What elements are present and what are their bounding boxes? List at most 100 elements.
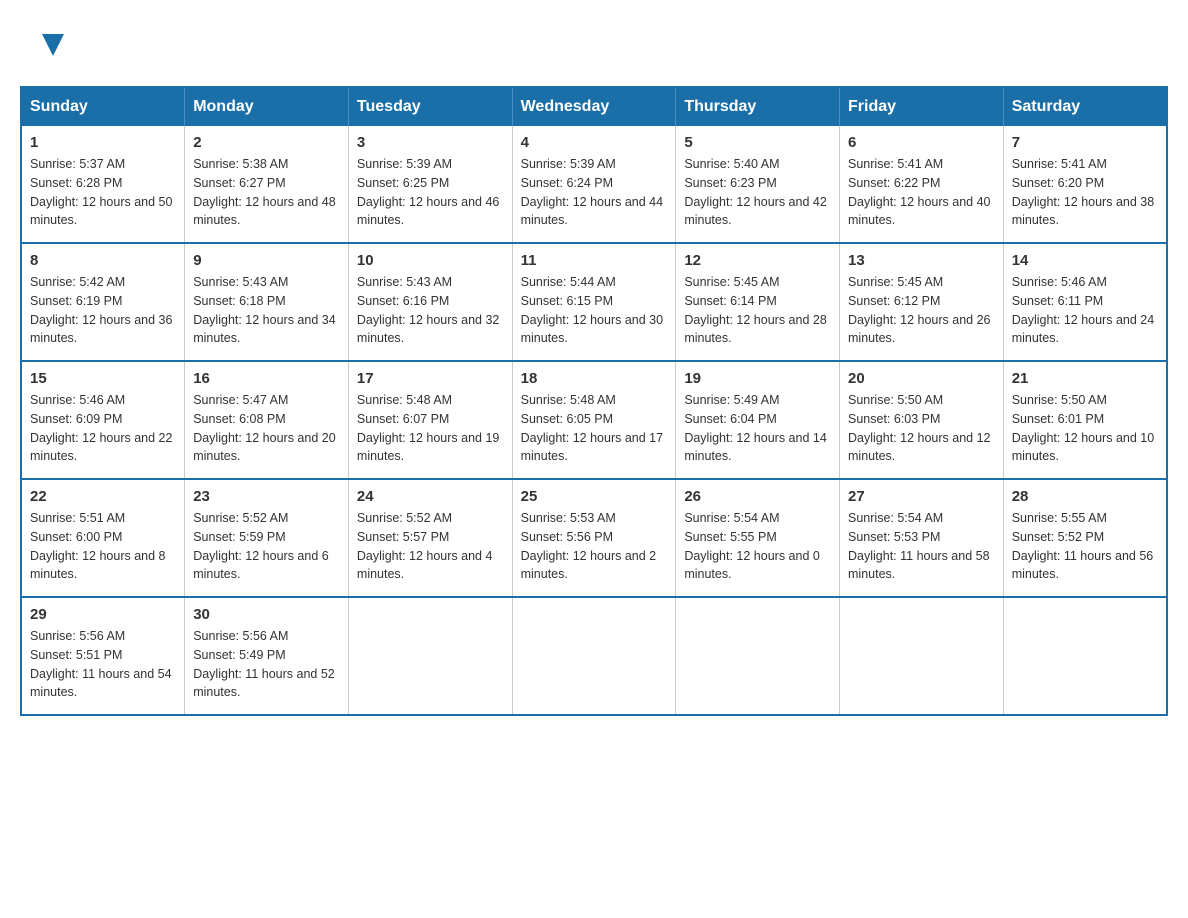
- day-number: 10: [357, 252, 504, 269]
- calendar-cell: 9 Sunrise: 5:43 AM Sunset: 6:18 PM Dayli…: [185, 243, 349, 361]
- day-number: 22: [30, 488, 176, 505]
- day-info: Sunrise: 5:52 AM Sunset: 5:59 PM Dayligh…: [193, 509, 340, 584]
- calendar-cell: 27 Sunrise: 5:54 AM Sunset: 5:53 PM Dayl…: [840, 479, 1004, 597]
- day-number: 23: [193, 488, 340, 505]
- day-number: 1: [30, 134, 176, 151]
- logo: [40, 30, 64, 56]
- day-info: Sunrise: 5:38 AM Sunset: 6:27 PM Dayligh…: [193, 155, 340, 230]
- day-info: Sunrise: 5:45 AM Sunset: 6:14 PM Dayligh…: [684, 273, 831, 348]
- day-number: 18: [521, 370, 668, 387]
- day-info: Sunrise: 5:46 AM Sunset: 6:11 PM Dayligh…: [1012, 273, 1158, 348]
- calendar-week-row: 29 Sunrise: 5:56 AM Sunset: 5:51 PM Dayl…: [21, 597, 1167, 715]
- day-info: Sunrise: 5:48 AM Sunset: 6:05 PM Dayligh…: [521, 391, 668, 466]
- day-number: 17: [357, 370, 504, 387]
- day-number: 3: [357, 134, 504, 151]
- day-number: 14: [1012, 252, 1158, 269]
- day-number: 11: [521, 252, 668, 269]
- calendar-cell: 12 Sunrise: 5:45 AM Sunset: 6:14 PM Dayl…: [676, 243, 840, 361]
- day-info: Sunrise: 5:45 AM Sunset: 6:12 PM Dayligh…: [848, 273, 995, 348]
- calendar-table: SundayMondayTuesdayWednesdayThursdayFrid…: [20, 86, 1168, 716]
- day-info: Sunrise: 5:50 AM Sunset: 6:03 PM Dayligh…: [848, 391, 995, 466]
- day-info: Sunrise: 5:50 AM Sunset: 6:01 PM Dayligh…: [1012, 391, 1158, 466]
- day-number: 26: [684, 488, 831, 505]
- calendar-cell: 20 Sunrise: 5:50 AM Sunset: 6:03 PM Dayl…: [840, 361, 1004, 479]
- day-header-wednesday: Wednesday: [512, 87, 676, 126]
- day-number: 30: [193, 606, 340, 623]
- calendar-week-row: 22 Sunrise: 5:51 AM Sunset: 6:00 PM Dayl…: [21, 479, 1167, 597]
- calendar-cell: 28 Sunrise: 5:55 AM Sunset: 5:52 PM Dayl…: [1003, 479, 1167, 597]
- calendar-week-row: 15 Sunrise: 5:46 AM Sunset: 6:09 PM Dayl…: [21, 361, 1167, 479]
- day-info: Sunrise: 5:55 AM Sunset: 5:52 PM Dayligh…: [1012, 509, 1158, 584]
- day-header-saturday: Saturday: [1003, 87, 1167, 126]
- calendar-cell: 13 Sunrise: 5:45 AM Sunset: 6:12 PM Dayl…: [840, 243, 1004, 361]
- day-info: Sunrise: 5:48 AM Sunset: 6:07 PM Dayligh…: [357, 391, 504, 466]
- calendar-week-row: 1 Sunrise: 5:37 AM Sunset: 6:28 PM Dayli…: [21, 126, 1167, 243]
- day-number: 28: [1012, 488, 1158, 505]
- day-info: Sunrise: 5:44 AM Sunset: 6:15 PM Dayligh…: [521, 273, 668, 348]
- calendar-cell: [348, 597, 512, 715]
- day-number: 29: [30, 606, 176, 623]
- day-header-monday: Monday: [185, 87, 349, 126]
- day-info: Sunrise: 5:46 AM Sunset: 6:09 PM Dayligh…: [30, 391, 176, 466]
- day-number: 24: [357, 488, 504, 505]
- day-info: Sunrise: 5:43 AM Sunset: 6:16 PM Dayligh…: [357, 273, 504, 348]
- day-info: Sunrise: 5:49 AM Sunset: 6:04 PM Dayligh…: [684, 391, 831, 466]
- day-info: Sunrise: 5:47 AM Sunset: 6:08 PM Dayligh…: [193, 391, 340, 466]
- calendar-cell: 11 Sunrise: 5:44 AM Sunset: 6:15 PM Dayl…: [512, 243, 676, 361]
- calendar-cell: 26 Sunrise: 5:54 AM Sunset: 5:55 PM Dayl…: [676, 479, 840, 597]
- day-number: 16: [193, 370, 340, 387]
- calendar-cell: 25 Sunrise: 5:53 AM Sunset: 5:56 PM Dayl…: [512, 479, 676, 597]
- calendar-cell: 2 Sunrise: 5:38 AM Sunset: 6:27 PM Dayli…: [185, 126, 349, 243]
- day-number: 7: [1012, 134, 1158, 151]
- day-info: Sunrise: 5:41 AM Sunset: 6:20 PM Dayligh…: [1012, 155, 1158, 230]
- day-number: 20: [848, 370, 995, 387]
- calendar-cell: 3 Sunrise: 5:39 AM Sunset: 6:25 PM Dayli…: [348, 126, 512, 243]
- calendar-cell: [676, 597, 840, 715]
- day-info: Sunrise: 5:54 AM Sunset: 5:55 PM Dayligh…: [684, 509, 831, 584]
- calendar-cell: 21 Sunrise: 5:50 AM Sunset: 6:01 PM Dayl…: [1003, 361, 1167, 479]
- calendar-cell: 30 Sunrise: 5:56 AM Sunset: 5:49 PM Dayl…: [185, 597, 349, 715]
- day-info: Sunrise: 5:41 AM Sunset: 6:22 PM Dayligh…: [848, 155, 995, 230]
- calendar-cell: 16 Sunrise: 5:47 AM Sunset: 6:08 PM Dayl…: [185, 361, 349, 479]
- day-number: 8: [30, 252, 176, 269]
- day-header-tuesday: Tuesday: [348, 87, 512, 126]
- day-number: 27: [848, 488, 995, 505]
- calendar-cell: 22 Sunrise: 5:51 AM Sunset: 6:00 PM Dayl…: [21, 479, 185, 597]
- calendar-cell: 18 Sunrise: 5:48 AM Sunset: 6:05 PM Dayl…: [512, 361, 676, 479]
- day-number: 19: [684, 370, 831, 387]
- calendar-cell: 5 Sunrise: 5:40 AM Sunset: 6:23 PM Dayli…: [676, 126, 840, 243]
- day-info: Sunrise: 5:53 AM Sunset: 5:56 PM Dayligh…: [521, 509, 668, 584]
- day-number: 12: [684, 252, 831, 269]
- day-number: 4: [521, 134, 668, 151]
- day-number: 2: [193, 134, 340, 151]
- day-info: Sunrise: 5:42 AM Sunset: 6:19 PM Dayligh…: [30, 273, 176, 348]
- logo-triangle-icon: [42, 34, 64, 56]
- day-info: Sunrise: 5:40 AM Sunset: 6:23 PM Dayligh…: [684, 155, 831, 230]
- day-info: Sunrise: 5:43 AM Sunset: 6:18 PM Dayligh…: [193, 273, 340, 348]
- day-number: 9: [193, 252, 340, 269]
- logo-top-row: [40, 30, 64, 56]
- calendar-cell: 4 Sunrise: 5:39 AM Sunset: 6:24 PM Dayli…: [512, 126, 676, 243]
- day-number: 21: [1012, 370, 1158, 387]
- calendar-cell: 8 Sunrise: 5:42 AM Sunset: 6:19 PM Dayli…: [21, 243, 185, 361]
- day-number: 6: [848, 134, 995, 151]
- calendar-week-row: 8 Sunrise: 5:42 AM Sunset: 6:19 PM Dayli…: [21, 243, 1167, 361]
- calendar-cell: 17 Sunrise: 5:48 AM Sunset: 6:07 PM Dayl…: [348, 361, 512, 479]
- day-info: Sunrise: 5:56 AM Sunset: 5:49 PM Dayligh…: [193, 627, 340, 702]
- calendar-cell: 7 Sunrise: 5:41 AM Sunset: 6:20 PM Dayli…: [1003, 126, 1167, 243]
- calendar-header-row: SundayMondayTuesdayWednesdayThursdayFrid…: [21, 87, 1167, 126]
- day-header-sunday: Sunday: [21, 87, 185, 126]
- day-number: 15: [30, 370, 176, 387]
- day-info: Sunrise: 5:37 AM Sunset: 6:28 PM Dayligh…: [30, 155, 176, 230]
- day-info: Sunrise: 5:51 AM Sunset: 6:00 PM Dayligh…: [30, 509, 176, 584]
- day-info: Sunrise: 5:52 AM Sunset: 5:57 PM Dayligh…: [357, 509, 504, 584]
- day-number: 5: [684, 134, 831, 151]
- day-info: Sunrise: 5:54 AM Sunset: 5:53 PM Dayligh…: [848, 509, 995, 584]
- calendar-cell: [512, 597, 676, 715]
- day-info: Sunrise: 5:56 AM Sunset: 5:51 PM Dayligh…: [30, 627, 176, 702]
- calendar-cell: 23 Sunrise: 5:52 AM Sunset: 5:59 PM Dayl…: [185, 479, 349, 597]
- calendar-cell: 1 Sunrise: 5:37 AM Sunset: 6:28 PM Dayli…: [21, 126, 185, 243]
- calendar-cell: 24 Sunrise: 5:52 AM Sunset: 5:57 PM Dayl…: [348, 479, 512, 597]
- calendar-cell: 19 Sunrise: 5:49 AM Sunset: 6:04 PM Dayl…: [676, 361, 840, 479]
- day-info: Sunrise: 5:39 AM Sunset: 6:25 PM Dayligh…: [357, 155, 504, 230]
